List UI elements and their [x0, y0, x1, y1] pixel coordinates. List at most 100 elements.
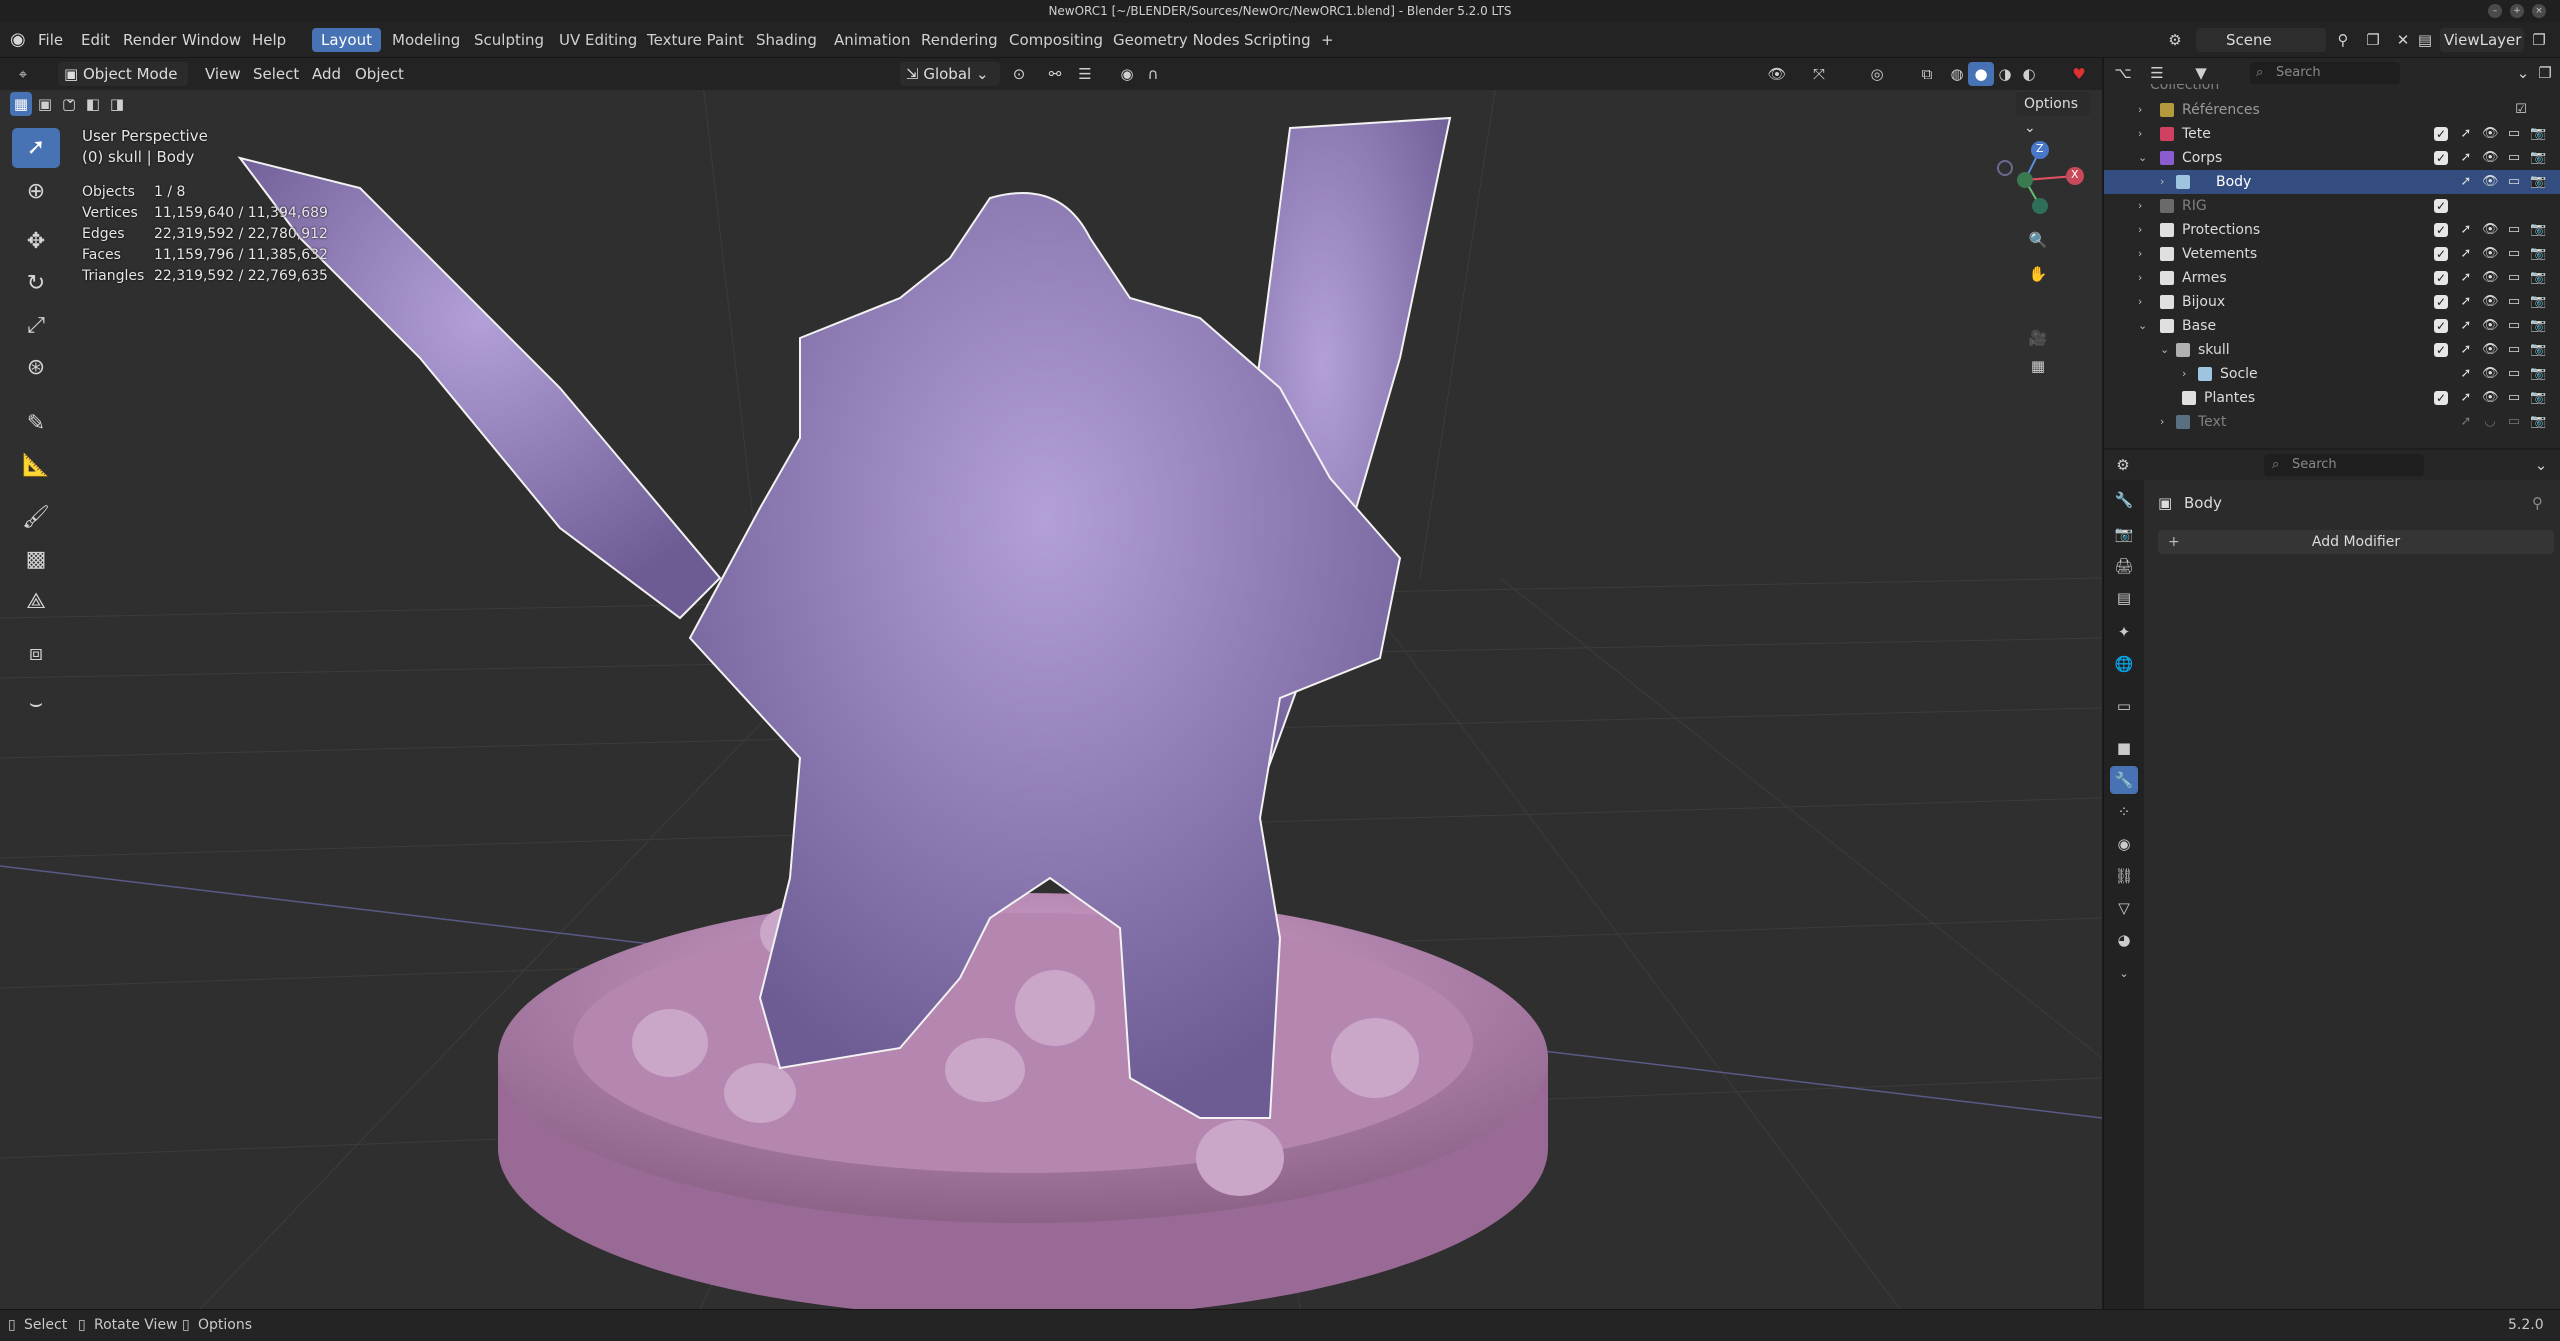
viewport-disable-icon[interactable]: ▭	[2506, 270, 2522, 286]
heart-icon[interactable]: ♥	[2066, 62, 2092, 86]
viewport-disable-icon[interactable]: ▭	[2506, 174, 2522, 190]
viewport-disable-icon[interactable]: ▭	[2506, 294, 2522, 310]
proportional-edit-icon[interactable]: ◉	[1114, 62, 1140, 86]
tool-tab-icon[interactable]: 🔧	[2110, 486, 2138, 514]
add-cube-tool-icon[interactable]: ⧈	[12, 634, 60, 674]
properties-editor-icon[interactable]: ⚙	[2110, 453, 2136, 477]
render-icon[interactable]: 📷	[2530, 318, 2546, 334]
vertex-tool-icon[interactable]: ⟁	[12, 582, 60, 622]
exclude-checkbox[interactable]: ✓	[2434, 295, 2448, 309]
new-collection-icon[interactable]: ❐	[2532, 61, 2558, 85]
viewport-disable-icon[interactable]: ▭	[2506, 150, 2522, 166]
collapse-icon[interactable]: ⌄	[2160, 338, 2169, 362]
exclude-checkbox[interactable]: ✓	[2434, 127, 2448, 141]
render-tab-icon[interactable]: 📷	[2110, 520, 2138, 548]
more-tabs-icon[interactable]: ⌄	[2110, 960, 2138, 988]
expand-icon[interactable]: ›	[2160, 410, 2164, 434]
xray-icon[interactable]: ⧉	[1914, 62, 1940, 86]
eye-icon[interactable]: 👁	[2482, 246, 2499, 262]
pin-icon[interactable]: ⚲	[2330, 28, 2356, 52]
viewport-disable-icon[interactable]: ▭	[2506, 222, 2522, 238]
outliner-search[interactable]: ⌕ Search	[2250, 62, 2400, 84]
solid-shading-icon[interactable]: ●	[1968, 62, 1994, 86]
new-scene-icon[interactable]: ❐	[2360, 28, 2386, 52]
navigation-gizmo[interactable]: Z X 🔍 ✋	[1985, 128, 2095, 298]
zoom-icon[interactable]: 🔍	[2025, 228, 2051, 252]
menu-file[interactable]: File	[32, 29, 69, 51]
eye-icon[interactable]: 👁	[2482, 318, 2499, 334]
render-icon[interactable]: 📷	[2530, 414, 2546, 430]
world-tab-icon[interactable]: 🌐	[2110, 650, 2138, 678]
selectable-icon[interactable]: ➚	[2458, 294, 2474, 310]
options-dropdown[interactable]: Options ⌄	[2016, 92, 2090, 136]
menu-edit[interactable]: Edit	[75, 29, 116, 51]
render-icon[interactable]: 📷	[2530, 342, 2546, 358]
menu-add[interactable]: Add	[307, 63, 346, 85]
mode-dropdown[interactable]: ▣ Object Mode ⌄	[58, 62, 188, 107]
close-icon[interactable]: ×	[2532, 4, 2546, 18]
menu-object[interactable]: Object	[350, 63, 409, 85]
render-icon[interactable]: 📷	[2530, 390, 2546, 406]
minimize-icon[interactable]: –	[2488, 4, 2502, 18]
view-layer-icon[interactable]: ▤	[2412, 28, 2438, 52]
rendered-shading-icon[interactable]: ◐	[2016, 62, 2042, 86]
gizmo-neg-z[interactable]	[2032, 198, 2048, 214]
gizmo-icon[interactable]: ⤧	[1806, 62, 1832, 86]
add-workspace-icon[interactable]: +	[1312, 28, 1343, 52]
curve-tool-icon[interactable]: ⌣	[12, 684, 60, 724]
gradient-tool-icon[interactable]: ▩	[12, 540, 60, 580]
filter-icon[interactable]: ▼	[2188, 61, 2214, 85]
exclude-checkbox[interactable]: ✓	[2434, 247, 2448, 261]
render-icon[interactable]: 📷	[2530, 174, 2546, 190]
menu-view[interactable]: View	[200, 63, 246, 85]
maximize-icon[interactable]: +	[2510, 4, 2524, 18]
outliner-row-text[interactable]: › Text ➚ ◡ ▭ 📷	[2104, 410, 2560, 434]
collection-tab-icon[interactable]: ▭	[2110, 692, 2138, 720]
pan-icon[interactable]: ✋	[2025, 262, 2051, 286]
orientation-dropdown[interactable]: ⇲ Global ⌄	[900, 62, 1000, 86]
pin-icon[interactable]: ⚲	[2532, 490, 2543, 516]
properties-options-icon[interactable]: ⌄	[2528, 453, 2554, 477]
expand-icon[interactable]: ›	[2138, 290, 2142, 314]
menu-select[interactable]: Select	[248, 63, 304, 85]
modifier-tab-icon[interactable]: 🔧	[2110, 766, 2138, 794]
expand-icon[interactable]: ›	[2138, 194, 2142, 218]
select-new-icon[interactable]: ▦	[10, 92, 32, 116]
eye-icon[interactable]: 👁	[2482, 126, 2499, 142]
eye-icon[interactable]: 👁	[2482, 390, 2499, 406]
exclude-checkbox[interactable]: ✓	[2434, 271, 2448, 285]
exclude-checkbox[interactable]: ✓	[2434, 319, 2448, 333]
outliner-row-base[interactable]: ⌄ Base ✓ ➚ 👁 ▭ 📷	[2104, 314, 2560, 338]
material-tab-icon[interactable]: ◕	[2110, 926, 2138, 954]
eye-icon[interactable]: 👁	[2482, 150, 2499, 166]
draw-tool-icon[interactable]: 🖌	[12, 498, 60, 538]
outliner-row-body[interactable]: › Body ➚ 👁 ▭ 📷	[2104, 170, 2560, 194]
render-icon[interactable]: 📷	[2530, 222, 2546, 238]
outliner-row-collection[interactable]: Collection	[2104, 84, 2560, 98]
eye-icon[interactable]: 👁	[2482, 174, 2499, 190]
data-tab-icon[interactable]: ▽	[2110, 894, 2138, 922]
exclude-checkbox[interactable]: ✓	[2434, 391, 2448, 405]
viewport-disable-icon[interactable]: ▭	[2506, 366, 2522, 382]
selectable-icon[interactable]: ➚	[2458, 270, 2474, 286]
wireframe-shading-icon[interactable]: ◍	[1944, 62, 1970, 86]
3d-viewport[interactable]: ⌖ ▣ Object Mode ⌄ View Select Add Object…	[0, 58, 2102, 1309]
menu-window[interactable]: Window	[176, 29, 247, 51]
selectable-icon[interactable]: ➚	[2458, 222, 2474, 238]
display-mode-icon[interactable]: ☰	[2144, 61, 2170, 85]
ortho-toggle-icon[interactable]: ▦	[2025, 354, 2051, 378]
snap-target-icon[interactable]: ☰	[1072, 62, 1098, 86]
checkbox-icon[interactable]: ☑	[2513, 102, 2529, 118]
render-icon[interactable]: 📷	[2530, 150, 2546, 166]
transform-tool-icon[interactable]: ⊛	[12, 348, 60, 388]
view-layer-field[interactable]: ViewLayer	[2440, 28, 2524, 52]
menu-render[interactable]: Render	[117, 29, 182, 51]
tab-layout[interactable]: Layout	[312, 28, 381, 52]
camera-view-icon[interactable]: 🎥	[2025, 326, 2051, 350]
object-tab-icon[interactable]: ■	[2110, 734, 2138, 762]
visibility-icon[interactable]: 👁	[1764, 62, 1790, 86]
particles-tab-icon[interactable]: ⁘	[2110, 798, 2138, 826]
snap-icon[interactable]: ⚯	[1042, 62, 1068, 86]
overlay-icon[interactable]: ◎	[1864, 62, 1890, 86]
menu-help[interactable]: Help	[246, 29, 292, 51]
